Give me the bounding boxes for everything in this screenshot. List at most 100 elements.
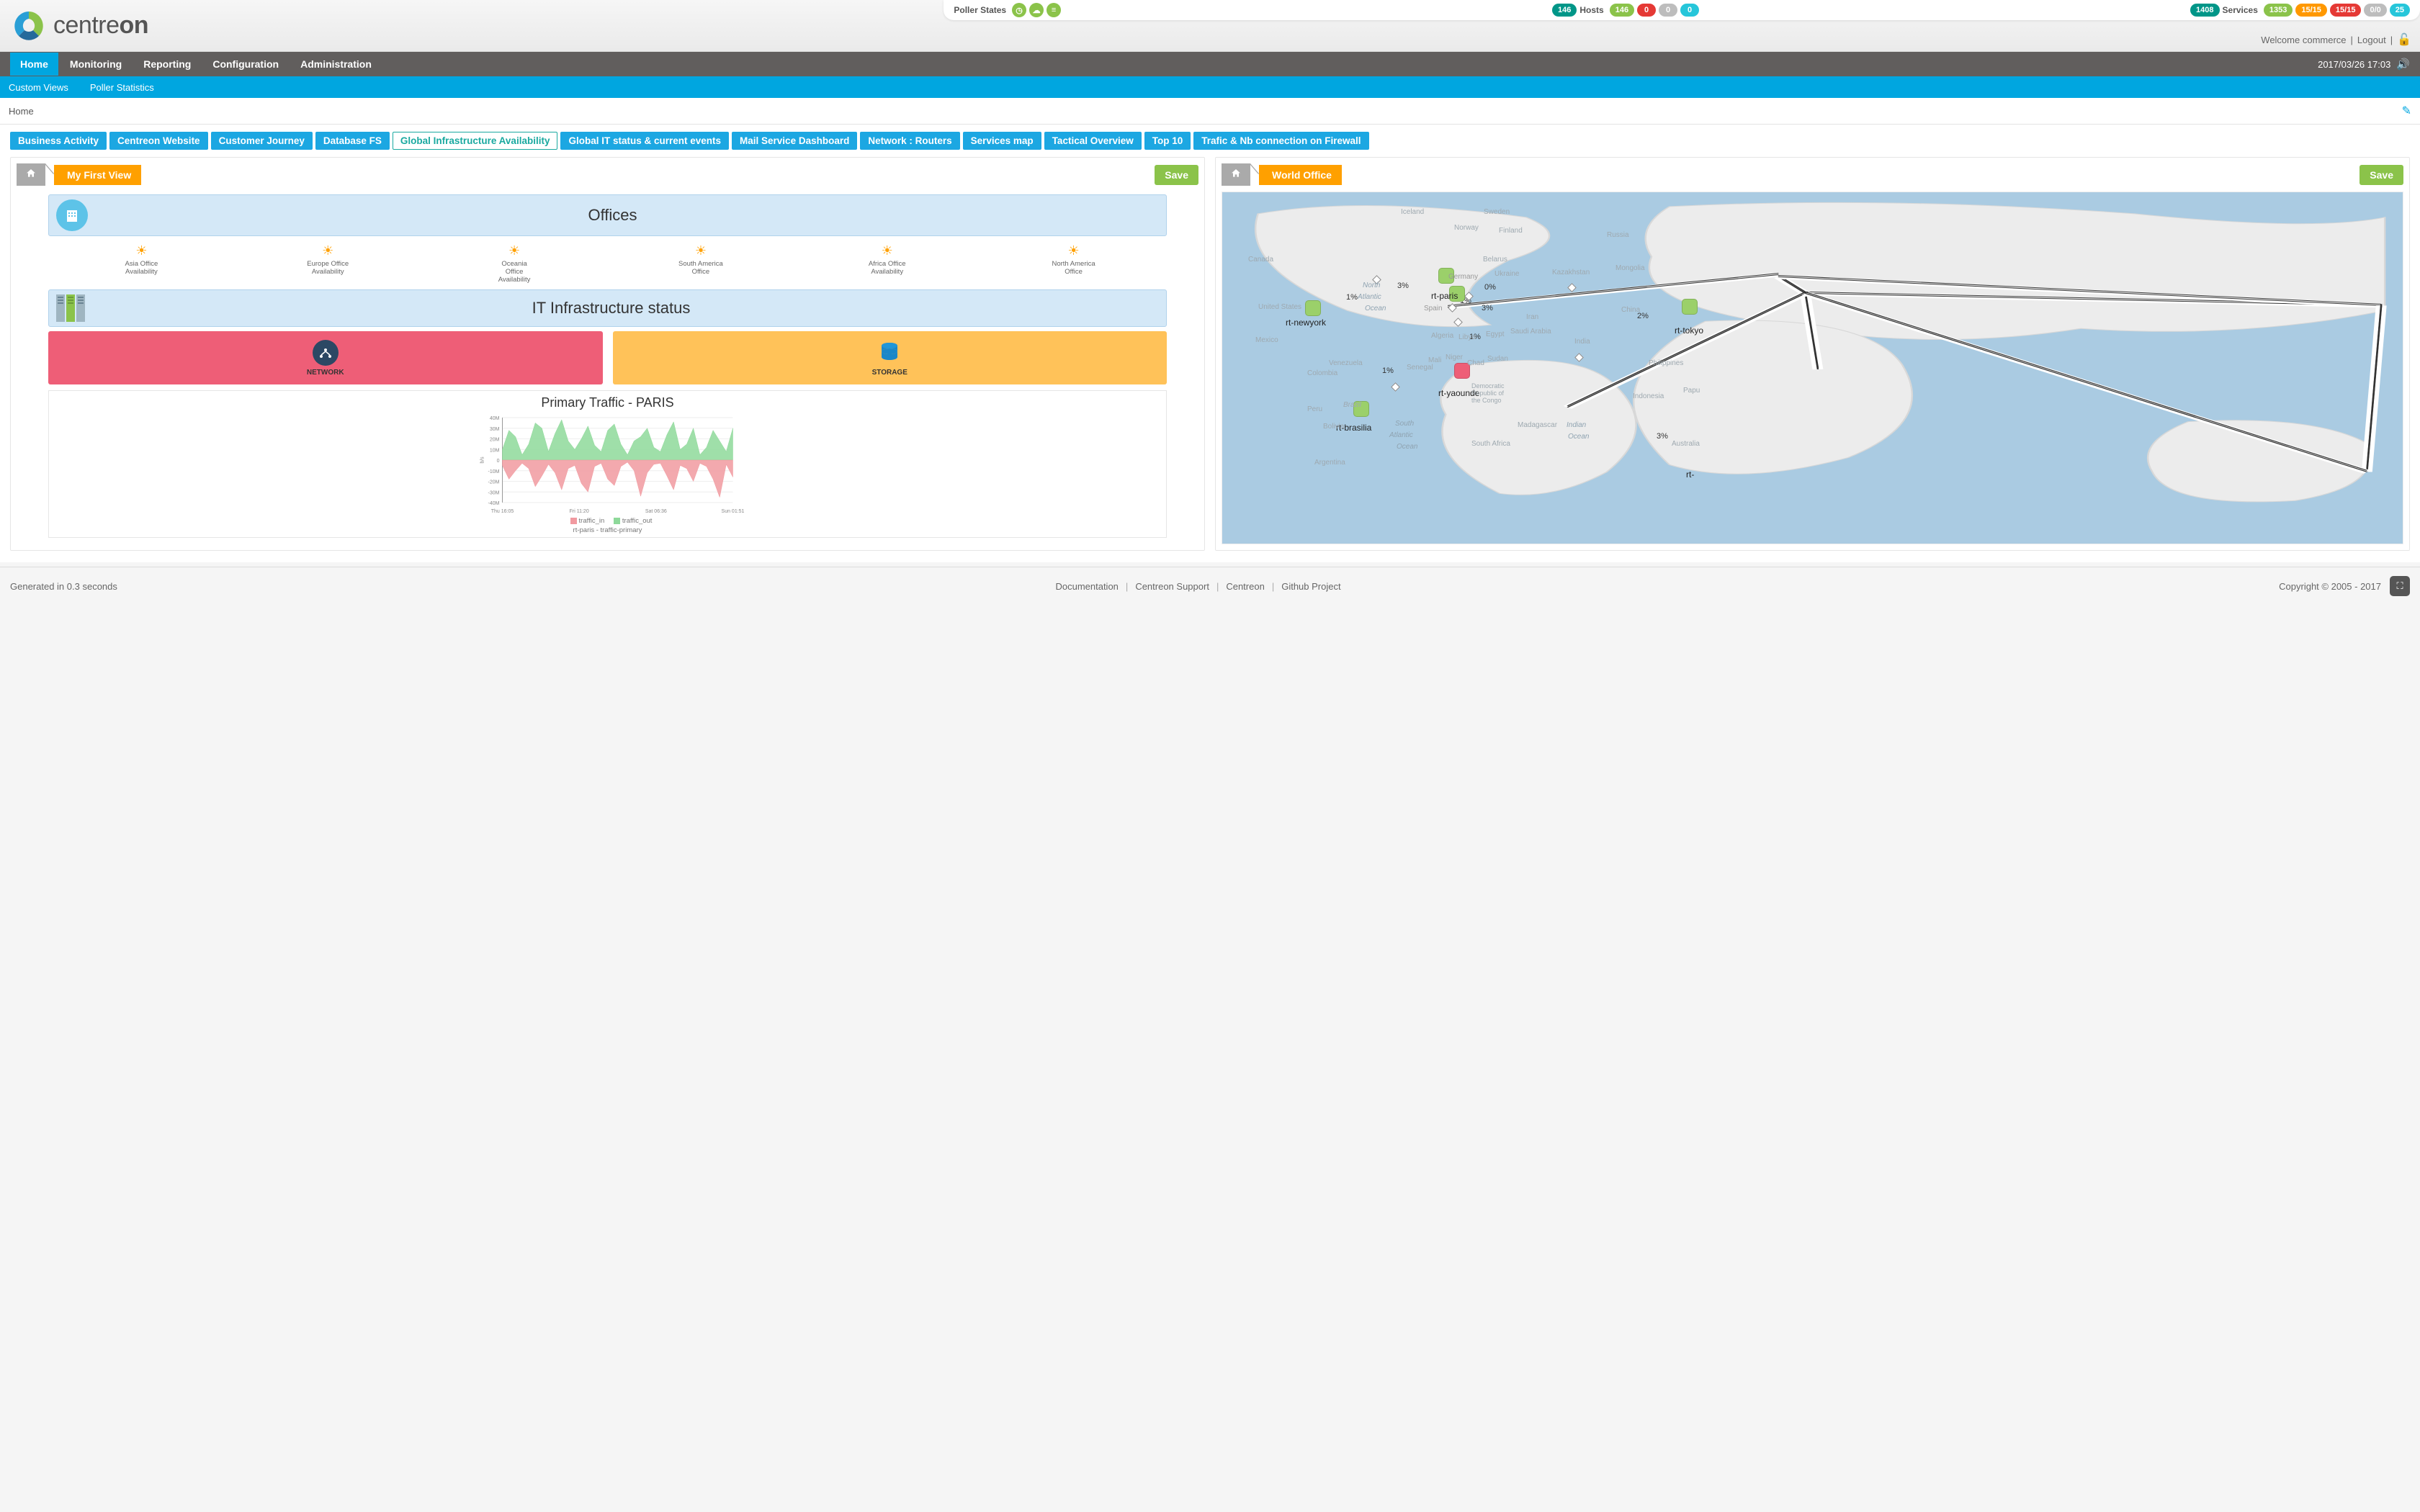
main-nav-list: Home Monitoring Reporting Configuration …	[10, 53, 382, 76]
sun-south-america[interactable]: ☀South America Office	[678, 243, 723, 284]
sun-icon: ☀	[1052, 243, 1096, 258]
nav-reporting[interactable]: Reporting	[133, 53, 201, 76]
breadcrumb[interactable]: Home	[9, 106, 34, 117]
breadcrumb-bar: Home ✎	[0, 98, 2420, 125]
storage-tile[interactable]: STORAGE	[613, 331, 1168, 384]
map-text: Ocean	[1568, 433, 1589, 441]
hosts-down-badge[interactable]: 0	[1637, 4, 1656, 17]
footer-support[interactable]: Centreon Support	[1135, 581, 1209, 592]
widget-name-tab[interactable]: My First View	[54, 165, 141, 185]
tab-database-fs[interactable]: Database FS	[315, 132, 390, 150]
subnav-poller-stats[interactable]: Poller Statistics	[87, 78, 157, 97]
poller-clock-icon[interactable]: ◷	[1012, 3, 1026, 17]
subnav-custom-views[interactable]: Custom Views	[6, 78, 71, 97]
map-text: Ocean	[1397, 443, 1417, 451]
map-text: United States	[1258, 303, 1301, 311]
sep: |	[2390, 35, 2393, 45]
map-text: Spain	[1424, 305, 1443, 312]
map-text: Libya	[1458, 333, 1476, 341]
tab-customer-journey[interactable]: Customer Journey	[211, 132, 313, 150]
footer-centreon[interactable]: Centreon	[1226, 581, 1264, 592]
tab-network-routers[interactable]: Network : Routers	[860, 132, 959, 150]
map-text: Sudan	[1487, 355, 1508, 363]
tab-traffic-firewall[interactable]: Trafic & Nb connection on Firewall	[1193, 132, 1368, 150]
save-button-left[interactable]: Save	[1155, 165, 1198, 185]
hosts-ok-badge[interactable]: 146	[1610, 4, 1634, 17]
tab-global-it-status[interactable]: Global IT status & current events	[560, 132, 729, 150]
logo[interactable]: centreon	[12, 9, 148, 43]
map-text: Papu	[1683, 387, 1700, 395]
map-node-newyork[interactable]	[1305, 300, 1321, 316]
hosts-unreachable-badge[interactable]: 0	[1659, 4, 1677, 17]
volume-icon[interactable]: 🔊	[2396, 58, 2410, 71]
widget-home-tab[interactable]	[17, 163, 45, 186]
office-availability-row: ☀Asia Office Availability ☀Europe Office…	[48, 243, 1167, 284]
tab-services-map[interactable]: Services map	[963, 132, 1041, 150]
widget-name-tab-right[interactable]: World Office	[1259, 165, 1342, 185]
map-text: Brazil	[1343, 401, 1361, 409]
sun-asia[interactable]: ☀Asia Office Availability	[119, 243, 163, 284]
world-map[interactable]: 1% 3% 1% 3% 0% 1% 1% 2% 3% rt-n	[1222, 192, 2403, 544]
legend-in-swatch	[570, 518, 577, 524]
map-text: Germany	[1448, 273, 1478, 281]
edit-pencil-icon[interactable]: ✎	[2402, 104, 2411, 118]
hosts-total-badge[interactable]: 146	[1552, 4, 1577, 17]
unlock-icon[interactable]: 🔓	[2397, 32, 2411, 47]
map-text: Senegal	[1407, 364, 1433, 372]
logout-link[interactable]: Logout	[2357, 35, 2386, 45]
services-warning-badge[interactable]: 15/15	[2295, 4, 2327, 17]
svg-text:-30M: -30M	[488, 490, 500, 495]
sub-nav: Custom Views Poller Statistics	[0, 76, 2420, 98]
map-node-tokyo[interactable]	[1682, 299, 1698, 315]
sun-europe[interactable]: ☀Europe Office Availability	[305, 243, 350, 284]
map-lbl-newyork: rt-newyork	[1286, 318, 1326, 328]
nav-monitoring[interactable]: Monitoring	[60, 53, 132, 76]
sun-oceania[interactable]: ☀Oceania Office Availability	[492, 243, 537, 284]
map-text: Belarus	[1483, 256, 1507, 264]
nav-configuration[interactable]: Configuration	[202, 53, 289, 76]
footer-github[interactable]: Github Project	[1281, 581, 1340, 592]
map-text: Colombia	[1307, 369, 1337, 377]
offices-bar[interactable]: Offices	[48, 194, 1167, 236]
footer-documentation[interactable]: Documentation	[1055, 581, 1118, 592]
sun-icon: ☀	[492, 243, 537, 258]
fullscreen-icon[interactable]: ⛶	[2390, 576, 2410, 596]
map-text: Peru	[1307, 405, 1322, 413]
map-text: Philippines	[1649, 359, 1683, 367]
tab-centreon-website[interactable]: Centreon Website	[109, 132, 208, 150]
services-total-badge[interactable]: 1408	[2190, 4, 2219, 17]
map-text: Ocean	[1365, 305, 1386, 312]
map-text: Madagascar	[1518, 421, 1557, 429]
hosts-summary: 146 Hosts 146 0 0 0	[1552, 4, 1699, 17]
network-tile[interactable]: NETWORK	[48, 331, 603, 384]
tab-top10[interactable]: Top 10	[1144, 132, 1191, 150]
widget-home-tab-right[interactable]	[1222, 163, 1250, 186]
services-ok-badge[interactable]: 1353	[2264, 4, 2293, 17]
save-button-right[interactable]: Save	[2360, 165, 2403, 185]
sun-north-america[interactable]: ☀North America Office	[1052, 243, 1096, 284]
tab-tactical-overview[interactable]: Tactical Overview	[1044, 132, 1142, 150]
sun-africa[interactable]: ☀Africa Office Availability	[865, 243, 910, 284]
poller-cloud-icon[interactable]: ☁	[1029, 3, 1044, 17]
net-storage-row: NETWORK STORAGE	[48, 331, 1167, 384]
nav-home[interactable]: Home	[10, 53, 58, 76]
traffic-chart: Primary Traffic - PARIS 40M30M20M10M0-10…	[48, 390, 1167, 538]
services-label: Services	[2223, 5, 2258, 15]
services-critical-badge[interactable]: 15/15	[2330, 4, 2362, 17]
svg-text:-10M: -10M	[488, 469, 500, 474]
view-tabs: Business Activity Centreon Website Custo…	[0, 125, 2420, 153]
services-pending-badge[interactable]: 25	[2390, 4, 2410, 17]
tab-global-infra[interactable]: Global Infrastructure Availability	[393, 132, 558, 150]
nav-administration[interactable]: Administration	[290, 53, 382, 76]
tab-mail-dashboard[interactable]: Mail Service Dashboard	[732, 132, 857, 150]
poller-label: Poller States	[954, 5, 1006, 15]
poller-states: Poller States ◷ ☁ ≡	[954, 3, 1061, 17]
services-unknown-badge[interactable]: 0/0	[2364, 4, 2386, 17]
infra-bar[interactable]: IT Infrastructure status	[48, 289, 1167, 327]
svg-text:-20M: -20M	[488, 480, 500, 485]
tab-business-activity[interactable]: Business Activity	[10, 132, 107, 150]
map-text: South Africa	[1471, 440, 1510, 448]
map-lbl-paris: rt-paris	[1431, 291, 1458, 301]
hosts-pending-badge[interactable]: 0	[1680, 4, 1699, 17]
poller-db-icon[interactable]: ≡	[1047, 3, 1061, 17]
